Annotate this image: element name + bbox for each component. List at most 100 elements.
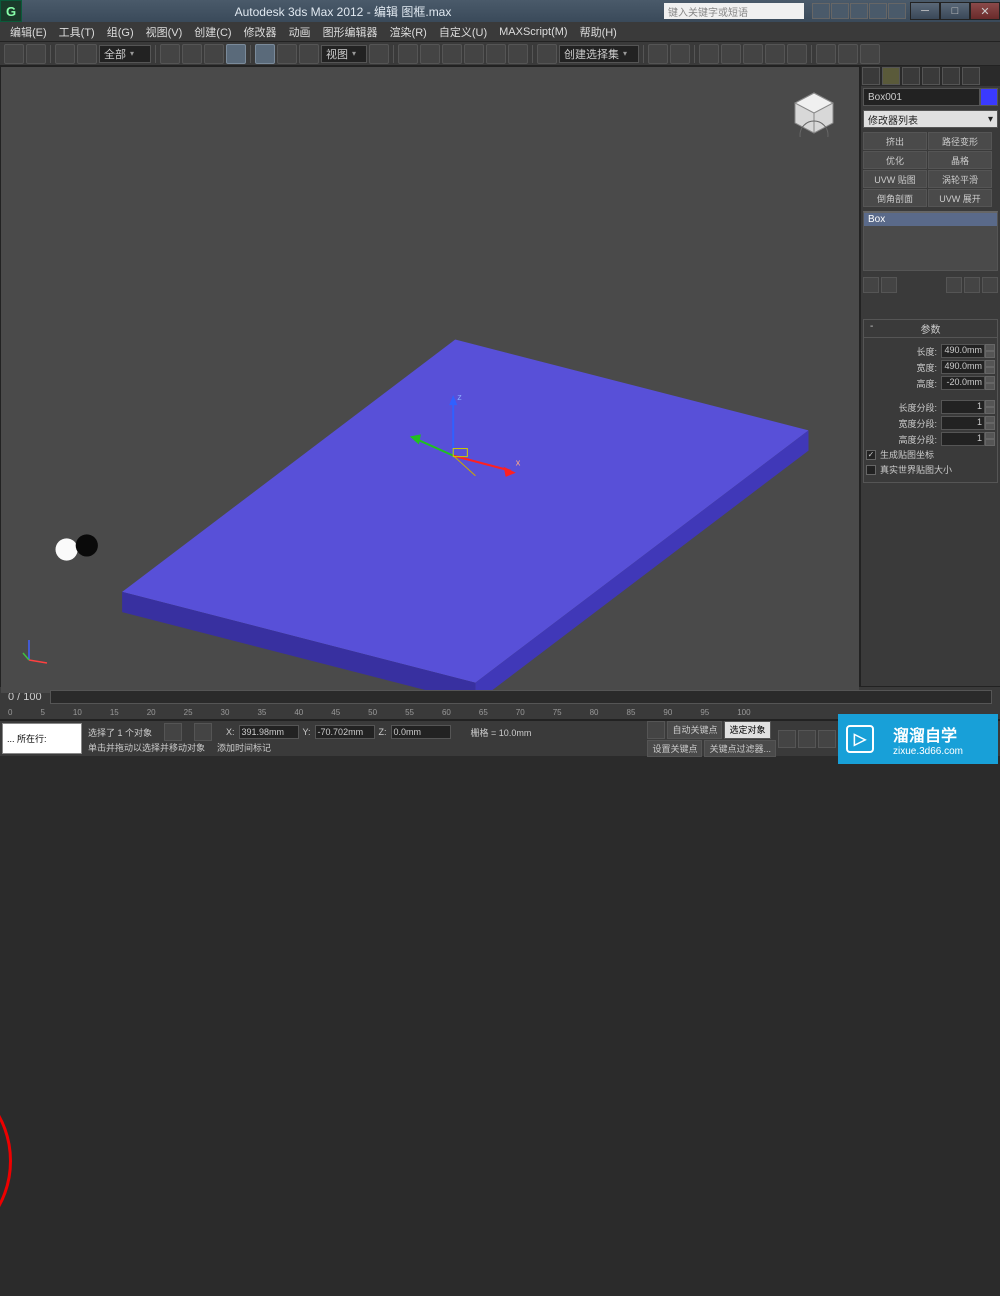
rotate-button[interactable] bbox=[277, 44, 297, 64]
viewport[interactable]: [ + 0 正交 ][真实 ] z x bbox=[0, 66, 860, 686]
minimize-button[interactable]: ─ bbox=[910, 2, 940, 20]
snap-toggle-button[interactable] bbox=[442, 44, 462, 64]
object-color-swatch[interactable] bbox=[980, 88, 998, 106]
white-sphere[interactable] bbox=[56, 538, 78, 560]
length-segs-input[interactable]: 1 bbox=[941, 400, 985, 414]
make-unique-icon[interactable] bbox=[946, 277, 962, 293]
spinner-down-icon[interactable] bbox=[985, 351, 995, 358]
mod-turbosmooth[interactable]: 涡轮平滑 bbox=[928, 170, 992, 188]
y-input[interactable]: -70.702mm bbox=[315, 725, 375, 739]
percent-snap-button[interactable] bbox=[486, 44, 506, 64]
gen-map-checkbox[interactable] bbox=[866, 450, 876, 460]
maxscript-listener[interactable]: ... 所在行: bbox=[2, 723, 82, 754]
selected-dropdown[interactable]: 选定对象 bbox=[724, 721, 770, 739]
material-editor-button[interactable] bbox=[787, 44, 807, 64]
subscription-icon[interactable] bbox=[831, 3, 849, 19]
favorites-icon[interactable] bbox=[869, 3, 887, 19]
key-filters-button[interactable]: 关键点过滤器... bbox=[704, 740, 776, 757]
help-search-input[interactable]: 键入关键字或短语 bbox=[664, 3, 804, 19]
autokey-button[interactable]: 自动关键点 bbox=[667, 721, 722, 739]
mirror-button[interactable] bbox=[648, 44, 668, 64]
undo-button[interactable] bbox=[4, 44, 24, 64]
render-production-button[interactable] bbox=[860, 44, 880, 64]
exchange-icon[interactable] bbox=[850, 3, 868, 19]
maximize-button[interactable]: □ bbox=[940, 2, 970, 20]
setkey-button[interactable]: 设置关键点 bbox=[647, 740, 702, 757]
menu-views[interactable]: 视图(V) bbox=[140, 24, 189, 40]
unlink-button[interactable] bbox=[77, 44, 97, 64]
named-selection-dropdown[interactable]: 创建选择集 bbox=[559, 45, 639, 63]
window-crossing-button[interactable] bbox=[226, 44, 246, 64]
goto-start-icon[interactable] bbox=[778, 730, 796, 748]
height-input[interactable]: -20.0mm bbox=[941, 376, 985, 390]
isolate-icon[interactable] bbox=[194, 723, 212, 741]
mod-pathdeform[interactable]: 路径变形 bbox=[928, 132, 992, 150]
angle-snap-button[interactable] bbox=[464, 44, 484, 64]
play-icon[interactable] bbox=[818, 730, 836, 748]
x-input[interactable]: 391.98mm bbox=[239, 725, 299, 739]
keyboard-shortcut-button[interactable] bbox=[420, 44, 440, 64]
menu-modifiers[interactable]: 修改器 bbox=[238, 24, 283, 40]
add-time-tag[interactable]: 添加时间标记 bbox=[217, 741, 271, 754]
menu-edit[interactable]: 编辑(E) bbox=[4, 24, 53, 40]
redo-button[interactable] bbox=[26, 44, 46, 64]
rollout-header[interactable]: 参数 bbox=[863, 319, 998, 338]
viewcube[interactable] bbox=[789, 87, 839, 137]
real-world-checkbox[interactable] bbox=[866, 465, 876, 475]
utilities-tab[interactable] bbox=[962, 67, 980, 85]
stack-item-box[interactable]: Box bbox=[864, 213, 997, 226]
help-icon[interactable] bbox=[888, 3, 906, 19]
width-input[interactable]: 490.0mm bbox=[941, 360, 985, 374]
menu-rendering[interactable]: 渲染(R) bbox=[384, 24, 433, 40]
edit-named-selection-button[interactable] bbox=[537, 44, 557, 64]
menu-customize[interactable]: 自定义(U) bbox=[433, 24, 493, 40]
remove-modifier-icon[interactable] bbox=[964, 277, 980, 293]
graphite-button[interactable] bbox=[721, 44, 741, 64]
configure-sets-icon[interactable] bbox=[982, 277, 998, 293]
manipulate-button[interactable] bbox=[398, 44, 418, 64]
menu-help[interactable]: 帮助(H) bbox=[574, 24, 623, 40]
pivot-center-button[interactable] bbox=[369, 44, 389, 64]
spinner-up-icon[interactable] bbox=[985, 344, 995, 351]
menu-animation[interactable]: 动画 bbox=[283, 24, 317, 40]
motion-tab[interactable] bbox=[922, 67, 940, 85]
width-segs-input[interactable]: 1 bbox=[941, 416, 985, 430]
display-tab[interactable] bbox=[942, 67, 960, 85]
selection-filter-dropdown[interactable]: 全部 bbox=[99, 45, 151, 63]
scale-button[interactable] bbox=[299, 44, 319, 64]
mod-uvwunwrap[interactable]: UVW 展开 bbox=[928, 189, 992, 207]
create-tab[interactable] bbox=[862, 67, 880, 85]
black-sphere[interactable] bbox=[76, 534, 98, 556]
move-button[interactable] bbox=[255, 44, 275, 64]
show-end-result-icon[interactable] bbox=[881, 277, 897, 293]
lock-selection-icon[interactable] bbox=[164, 723, 182, 741]
mod-extrude[interactable]: 挤出 bbox=[863, 132, 927, 150]
select-object-button[interactable] bbox=[160, 44, 180, 64]
modifier-list-dropdown[interactable]: 修改器列表 bbox=[863, 110, 998, 128]
menu-create[interactable]: 创建(C) bbox=[188, 24, 237, 40]
object-name-input[interactable]: Box001 bbox=[863, 88, 980, 106]
app-icon[interactable]: G bbox=[0, 0, 22, 22]
rendered-frame-button[interactable] bbox=[838, 44, 858, 64]
pin-stack-icon[interactable] bbox=[863, 277, 879, 293]
mod-lattice[interactable]: 晶格 bbox=[928, 151, 992, 169]
search-icon[interactable] bbox=[812, 3, 830, 19]
close-button[interactable]: ✕ bbox=[970, 2, 1000, 20]
modifier-stack[interactable]: Box bbox=[863, 211, 998, 271]
mod-optimize[interactable]: 优化 bbox=[863, 151, 927, 169]
mod-uvwmap[interactable]: UVW 贴图 bbox=[863, 170, 927, 188]
prev-frame-icon[interactable] bbox=[798, 730, 816, 748]
select-by-name-button[interactable] bbox=[182, 44, 202, 64]
menu-group[interactable]: 组(G) bbox=[101, 24, 140, 40]
curve-editor-button[interactable] bbox=[743, 44, 763, 64]
schematic-view-button[interactable] bbox=[765, 44, 785, 64]
layer-manager-button[interactable] bbox=[699, 44, 719, 64]
z-input[interactable]: 0.0mm bbox=[391, 725, 451, 739]
menu-graph-editors[interactable]: 图形编辑器 bbox=[317, 24, 384, 40]
hierarchy-tab[interactable] bbox=[902, 67, 920, 85]
menu-tools[interactable]: 工具(T) bbox=[53, 24, 101, 40]
ref-coord-dropdown[interactable]: 视图 bbox=[321, 45, 367, 63]
height-segs-input[interactable]: 1 bbox=[941, 432, 985, 446]
mod-bevelprofile[interactable]: 倒角剖面 bbox=[863, 189, 927, 207]
length-input[interactable]: 490.0mm bbox=[941, 344, 985, 358]
